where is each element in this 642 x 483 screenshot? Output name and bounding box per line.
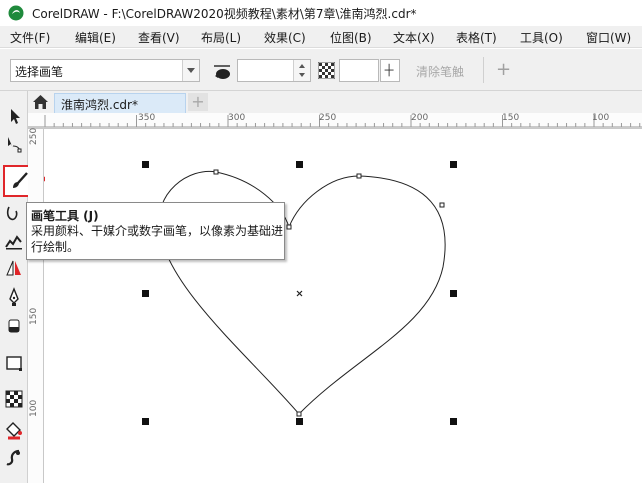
toolbar-separator [483,57,484,83]
eraser-icon [8,319,20,333]
menu-edit[interactable]: 编辑(E) [75,29,116,46]
document-tab-bar: 淮南鸿烈.cdr* + [28,91,642,113]
artistic-media-icon [5,235,22,250]
title-bar: CorelDRAW - F:\CorelDRAW2020视频教程\素材\第7章\… [0,0,642,26]
eyedropper-tool[interactable] [4,448,24,468]
ruler-label: 250 [29,127,39,145]
home-icon[interactable] [32,94,49,110]
toolbox [0,91,28,483]
menu-file[interactable]: 文件(F) [10,29,50,46]
brush-size-input[interactable] [237,59,311,82]
ruler-label: 250 [319,113,337,123]
brush-size-stepper[interactable] [293,60,310,81]
ruler-label: 150 [502,113,520,123]
eraser-tool[interactable] [4,316,24,336]
pen-icon [9,287,19,306]
menu-text[interactable]: 文本(X) [393,29,435,46]
menu-tools[interactable]: 工具(O) [520,29,563,46]
menu-view[interactable]: 查看(V) [138,29,180,46]
stepper-up-icon[interactable] [299,64,305,68]
dimension-icon [6,260,21,276]
heart-drawing [142,161,457,425]
pick-tool[interactable] [4,106,24,126]
horizontal-ruler: 350 300 250 200 150 100 [28,113,642,129]
pick-icon [11,109,20,124]
tooltip-description: 采用颜料、干媒介或数字画笔，以像素为基础进行绘制。 [31,224,284,254]
document-tab-label: 淮南鸿烈.cdr* [61,98,138,112]
paintbrush-icon [13,172,28,188]
dimension-tool[interactable] [4,258,24,278]
menu-window[interactable]: 窗口(W) [586,29,631,46]
interactive-fill-tool[interactable] [4,420,24,440]
interactive-fill-icon [6,422,22,440]
color-eyedropper-icon [6,449,20,466]
rectangle-tool[interactable] [4,353,24,373]
property-bar: 选择画笔 清除笔触 + [0,49,642,91]
rectangle-icon [6,356,22,371]
drawing-canvas[interactable] [45,130,642,483]
texture-checker-icon [318,62,335,79]
menu-bitmaps[interactable]: 位图(B) [330,29,372,46]
ruler-label: 200 [411,113,429,123]
add-tab-button[interactable]: + [188,93,208,111]
smoothing-slider-button[interactable] [380,59,400,82]
shape-edit-icon [8,137,22,153]
ruler-label: 350 [138,113,156,123]
slider-icon [384,63,394,77]
chevron-down-icon[interactable] [182,60,199,81]
menu-bar: 文件(F) 编辑(E) 查看(V) 布局(L) 效果(C) 位图(B) 文本(X… [0,26,642,48]
menu-effects[interactable]: 效果(C) [264,29,306,46]
pattern-fill-icon [5,390,23,408]
pattern-fill-tool[interactable] [4,389,24,409]
menu-table[interactable]: 表格(T) [456,29,497,46]
tool-tooltip: 画笔工具 (J) 采用颜料、干媒介或数字画笔，以像素为基础进行绘制。 [26,202,285,260]
brush-preset-value: 选择画笔 [15,65,64,79]
center-mark [296,290,303,297]
freehand-icon [6,206,18,221]
pen-tool[interactable] [4,287,24,307]
plus-icon[interactable]: + [496,59,511,80]
clear-brush-button[interactable]: 清除笔触 [416,63,464,80]
brush-size-icon [214,65,230,79]
ruler-label: 100 [592,113,610,123]
tooltip-title: 画笔工具 (J) [31,209,99,223]
ruler-label: 100 [29,399,39,417]
shape-tool[interactable] [4,134,24,154]
tab-document[interactable]: 淮南鸿烈.cdr* [54,93,186,113]
brush-preset-dropdown[interactable]: 选择画笔 [10,59,200,82]
ruler-label: 150 [29,307,39,325]
artistic-media-tool[interactable] [4,231,24,251]
window-title: CorelDRAW - F:\CorelDRAW2020视频教程\素材\第7章\… [32,6,417,21]
ruler-label: 300 [228,113,246,123]
stepper-down-icon[interactable] [299,73,305,77]
smoothing-input[interactable] [339,59,379,82]
vertical-ruler: 250 200 150 100 [28,127,44,483]
coreldraw-logo-icon [8,5,24,21]
curve-tool[interactable] [4,203,24,223]
menu-layout[interactable]: 布局(L) [201,29,241,46]
